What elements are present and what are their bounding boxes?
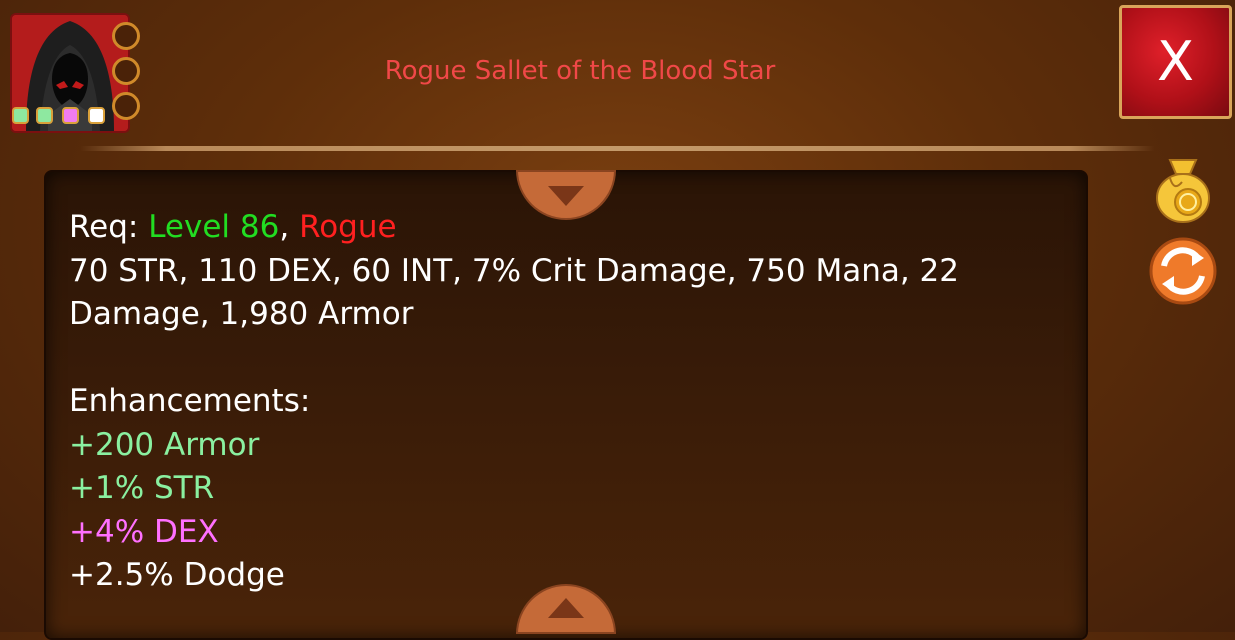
socket-slot-2 (112, 57, 140, 85)
enhancement-armor: +200 Armor (69, 426, 260, 463)
req-class: Rogue (299, 209, 397, 245)
requirements-line: Req: Level 86, Rogue (69, 206, 1059, 250)
gem-slot-2 (36, 107, 53, 124)
socket-slot-3 (112, 92, 140, 120)
gem-slot-3 (62, 107, 79, 124)
enhancement-str: +1% STR (69, 470, 215, 506)
req-prefix: Req: (69, 209, 149, 245)
enhancement-dodge: +2.5% Dodge (69, 557, 285, 593)
enhancement-dex: +4% DEX (69, 513, 219, 550)
gem-slot-4 (88, 107, 105, 124)
enhancements-header: Enhancements: (69, 383, 311, 419)
gem-slot-1 (12, 107, 29, 124)
swap-arrows-icon[interactable] (1148, 236, 1218, 310)
socket-slot-1 (112, 22, 140, 50)
req-stats-line-1: 70 STR, 110 DEX, 60 INT, 7% Crit Damage,… (69, 252, 959, 289)
req-separator: , (279, 209, 300, 245)
close-button[interactable]: X (1119, 5, 1232, 119)
gold-pouch-icon[interactable] (1150, 152, 1216, 228)
req-stats-line-2: Damage, 1,980 Armor (69, 296, 414, 332)
item-stats-text: Req: Level 86, Rogue 70 STR, 110 DEX, 60… (69, 206, 1059, 598)
header-divider (80, 146, 1155, 151)
item-title: Rogue Sallet of the Blood Star (384, 56, 776, 86)
req-level: Level 86 (148, 209, 280, 245)
